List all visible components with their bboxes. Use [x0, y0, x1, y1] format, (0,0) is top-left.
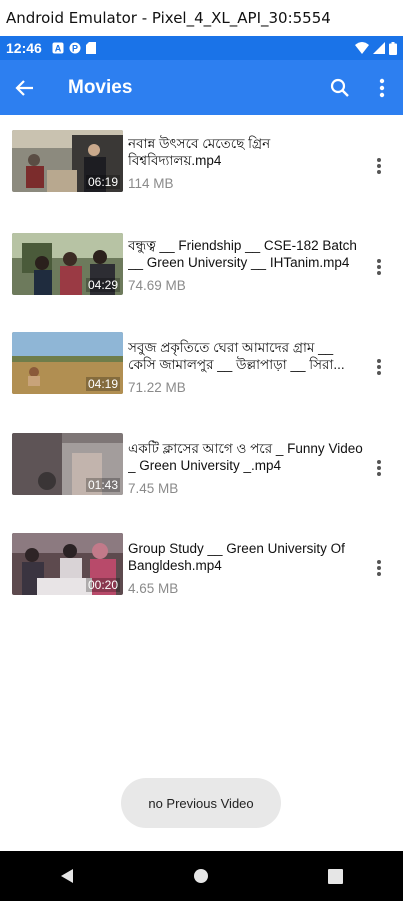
video-size: 74.69 MB [128, 278, 186, 293]
overflow-menu-button[interactable] [361, 60, 403, 115]
more-vert-icon [377, 259, 381, 275]
video-list-item[interactable]: 04:19 সবুজ প্রকৃতিতে ঘেরা আমাদের গ্রাম _… [0, 317, 403, 418]
signal-icon [373, 42, 385, 54]
toast-message: no Previous Video [121, 778, 281, 828]
video-list-item[interactable]: 01:43 একটি ক্লাসের আগে ও পরে _ Funny Vid… [0, 418, 403, 519]
app-bar: Movies [0, 60, 403, 115]
video-options-button[interactable] [369, 151, 389, 181]
battery-icon [389, 41, 397, 55]
svg-text:P: P [72, 44, 78, 54]
status-time: 12:46 [6, 40, 42, 56]
video-options-button[interactable] [369, 553, 389, 583]
notification-p-icon: P [69, 42, 81, 54]
video-options-button[interactable] [369, 453, 389, 483]
more-vert-icon [377, 560, 381, 576]
video-size: 7.45 MB [128, 481, 179, 496]
video-thumbnail[interactable]: 04:29 [12, 233, 123, 295]
video-title: নবান্ন উৎসবে মেতেছে গ্রিন বিশ্ববিদ্যালয়… [128, 136, 271, 168]
video-title: Group Study __ Green University Of Bangl… [128, 541, 345, 573]
svg-text:A: A [55, 44, 62, 54]
video-thumbnail[interactable]: 06:19 [12, 130, 123, 192]
nav-back-button[interactable] [37, 851, 97, 901]
video-duration: 01:43 [85, 478, 120, 492]
status-bar: 12:46 A P [0, 36, 403, 60]
search-icon [330, 78, 349, 97]
video-thumbnail[interactable]: 00:20 [12, 533, 123, 595]
video-thumbnail[interactable]: 01:43 [12, 433, 123, 495]
notification-a-icon: A [52, 42, 64, 54]
search-button[interactable] [319, 60, 361, 115]
more-vert-icon [377, 158, 381, 174]
video-title: সবুজ প্রকৃতিতে ঘেরা আমাদের গ্রাম __ কেসি… [128, 340, 345, 372]
page-title: Movies [68, 76, 133, 98]
video-duration: 04:29 [85, 278, 120, 292]
video-thumbnail[interactable]: 04:19 [12, 332, 123, 394]
video-list-item[interactable]: 00:20 Group Study __ Green University Of… [0, 519, 403, 620]
nav-home-button[interactable] [171, 851, 231, 901]
nav-recents-icon [328, 868, 344, 884]
video-list-item[interactable]: 04:29 বন্ধুত্ব __ Friendship __ CSE-182 … [0, 216, 403, 317]
nav-recents-button[interactable] [306, 851, 366, 901]
sd-card-icon [85, 42, 96, 54]
video-size: 114 MB [128, 176, 174, 191]
more-vert-icon [377, 460, 381, 476]
video-duration: 04:19 [85, 377, 120, 391]
video-size: 71.22 MB [128, 380, 186, 395]
video-size: 4.65 MB [128, 581, 179, 596]
video-list-item[interactable]: 06:19 নবান্ন উৎসবে মেতেছে গ্রিন বিশ্ববিদ… [0, 115, 403, 216]
window-title: Android Emulator - Pixel_4_XL_API_30:555… [0, 0, 403, 36]
system-nav-bar [0, 851, 403, 901]
video-options-button[interactable] [369, 352, 389, 382]
arrow-back-icon [15, 79, 33, 96]
more-vert-icon [377, 359, 381, 375]
nav-back-icon [61, 869, 74, 883]
back-button[interactable] [0, 60, 50, 115]
video-duration: 06:19 [85, 175, 120, 189]
video-duration: 00:20 [85, 578, 120, 592]
wifi-icon [355, 42, 369, 54]
video-title: একটি ক্লাসের আগে ও পরে _ Funny Video _ G… [128, 441, 363, 473]
nav-home-icon [194, 869, 209, 883]
video-title: বন্ধুত্ব __ Friendship __ CSE-182 Batch … [128, 238, 357, 270]
more-vert-icon [379, 78, 385, 97]
video-options-button[interactable] [369, 252, 389, 282]
